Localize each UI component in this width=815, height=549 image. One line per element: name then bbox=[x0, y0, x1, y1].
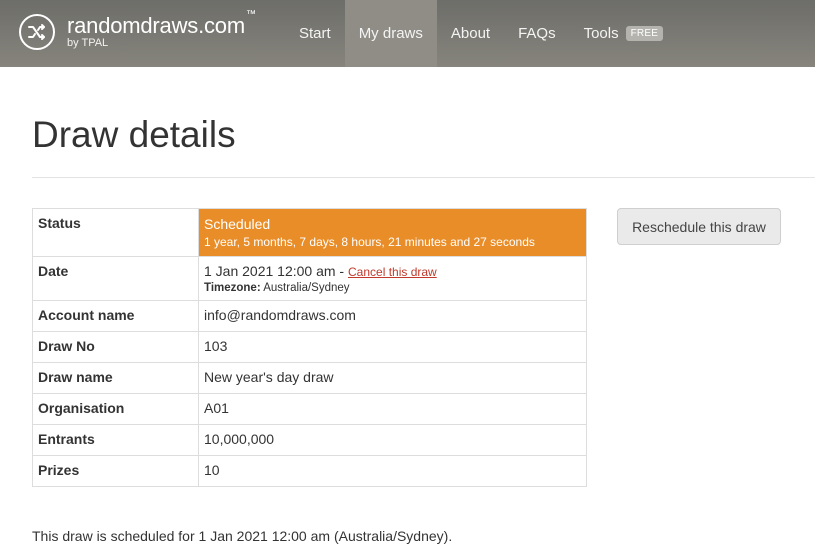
draw-details-table: Status Scheduled 1 year, 5 months, 7 day… bbox=[32, 208, 587, 487]
organisation-value: A01 bbox=[198, 393, 587, 425]
account-name-label: Account name bbox=[32, 300, 199, 332]
nav-tools-label: Tools bbox=[583, 25, 619, 42]
table-row: Draw No 103 bbox=[32, 331, 587, 363]
entrants-value: 10,000,000 bbox=[198, 424, 587, 456]
organisation-label: Organisation bbox=[32, 393, 199, 425]
title-divider bbox=[32, 177, 815, 178]
brand-subtitle: by TPAL bbox=[67, 37, 109, 49]
draw-no-value: 103 bbox=[198, 331, 587, 363]
prizes-label: Prizes bbox=[32, 455, 199, 487]
navbar: randomdraws.com™ by TPAL Start My draws … bbox=[0, 0, 815, 67]
draw-no-label: Draw No bbox=[32, 331, 199, 363]
date-separator: - bbox=[335, 263, 348, 279]
draw-name-label: Draw name bbox=[32, 362, 199, 394]
table-row: Account name info@randomdraws.com bbox=[32, 300, 587, 332]
reschedule-draw-button[interactable]: Reschedule this draw bbox=[617, 208, 781, 245]
account-name-value: info@randomdraws.com bbox=[198, 300, 587, 332]
table-row: Date 1 Jan 2021 12:00 am - Cancel this d… bbox=[32, 256, 587, 301]
main-nav: Start My draws About FAQs Tools FREE bbox=[285, 0, 677, 67]
nav-tools[interactable]: Tools FREE bbox=[570, 0, 678, 67]
free-badge: FREE bbox=[625, 26, 664, 41]
nav-my-draws[interactable]: My draws bbox=[344, 0, 437, 67]
page-title: Draw details bbox=[32, 114, 236, 155]
table-row: Prizes 10 bbox=[32, 455, 587, 487]
schedule-footnote: This draw is scheduled for 1 Jan 2021 12… bbox=[32, 528, 453, 544]
nav-about[interactable]: About bbox=[437, 0, 504, 67]
draw-name-value: New year's day draw bbox=[198, 362, 587, 394]
status-value-cell: Scheduled 1 year, 5 months, 7 days, 8 ho… bbox=[198, 208, 587, 257]
status-label: Status bbox=[32, 208, 199, 257]
date-value-cell: 1 Jan 2021 12:00 am - Cancel this draw T… bbox=[198, 256, 587, 301]
table-row: Draw name New year's day draw bbox=[32, 362, 587, 394]
table-row: Organisation A01 bbox=[32, 393, 587, 425]
timezone-value: Australia/Sydney bbox=[263, 282, 350, 294]
nav-faqs[interactable]: FAQs bbox=[504, 0, 570, 67]
date-label: Date bbox=[32, 256, 199, 301]
status-countdown: 1 year, 5 months, 7 days, 8 hours, 21 mi… bbox=[204, 235, 535, 249]
table-row: Status Scheduled 1 year, 5 months, 7 day… bbox=[32, 208, 587, 257]
trademark-symbol: ™ bbox=[245, 8, 256, 20]
prizes-value: 10 bbox=[198, 455, 587, 487]
nav-start[interactable]: Start bbox=[285, 0, 345, 67]
date-value: 1 Jan 2021 12:00 am bbox=[204, 263, 336, 279]
timezone-label: Timezone: bbox=[204, 282, 261, 294]
shuffle-icon bbox=[19, 14, 55, 50]
entrants-label: Entrants bbox=[32, 424, 199, 456]
timezone-info: Timezone: Australia/Sydney bbox=[204, 282, 581, 294]
status-value: Scheduled bbox=[204, 216, 271, 232]
brand-name: randomdraws.com™ bbox=[67, 8, 256, 38]
table-row: Entrants 10,000,000 bbox=[32, 424, 587, 456]
cancel-draw-link[interactable]: Cancel this draw bbox=[348, 265, 437, 279]
